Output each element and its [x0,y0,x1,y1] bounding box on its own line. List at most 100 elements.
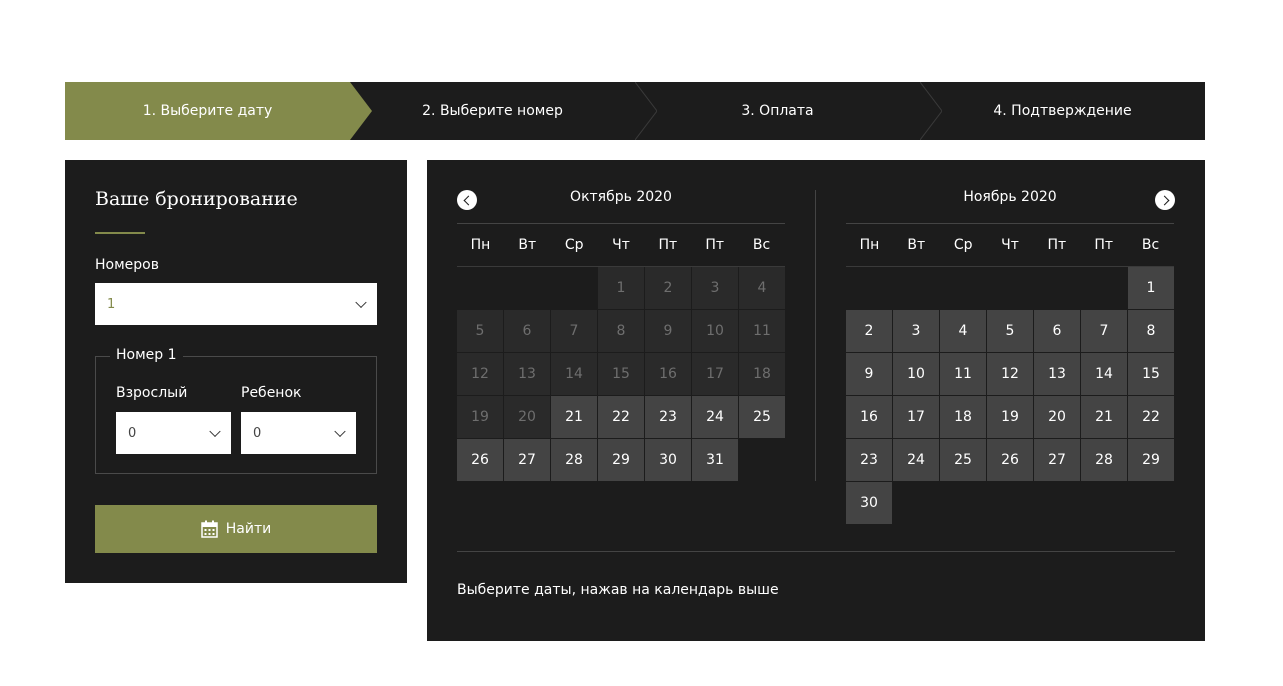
calendar-icon [201,520,218,538]
step-label: 1. Выберите дату [142,103,273,119]
empty-cell [551,267,597,309]
weekday-label: Чт [1001,237,1019,253]
calendar-day-disabled: 10 [692,310,738,352]
title-underline [95,232,145,234]
calendar-day[interactable]: 30 [645,439,691,481]
calendar-panel: Октябрь 2020 Пн Вт Ср Чт Пт Пт Вс 1 2 3 4 5 6 7 8 9 10 1… [427,160,1205,641]
calendar-day[interactable]: 20 [1034,396,1080,438]
calendar-day[interactable]: 27 [504,439,550,481]
step-separator [920,82,942,140]
calendar-day[interactable]: 23 [846,439,892,481]
weekday-label: Пт [1094,237,1114,253]
calendar-day[interactable]: 13 [1034,353,1080,395]
calendar-day-disabled: 7 [551,310,597,352]
calendar-day-disabled: 2 [645,267,691,309]
calendar-day[interactable]: 30 [846,482,892,524]
weekday-label: Вс [1141,237,1160,253]
rooms-value: 1 [107,296,116,312]
calendar-day[interactable]: 1 [1128,267,1174,309]
adults-label: Взрослый [116,385,188,401]
room-legend: Номер 1 [110,347,183,363]
calendar-day-disabled: 3 [692,267,738,309]
calendar-day[interactable]: 24 [692,396,738,438]
weekday-label: Пт [705,237,725,253]
calendar-day[interactable]: 9 [846,353,892,395]
calendar-day[interactable]: 26 [457,439,503,481]
calendar-day[interactable]: 8 [1128,310,1174,352]
weekday-label: Пт [658,237,678,253]
calendar-day[interactable]: 23 [645,396,691,438]
calendar-day[interactable]: 28 [551,439,597,481]
calendar-day[interactable]: 16 [846,396,892,438]
calendar-day[interactable]: 5 [987,310,1033,352]
calendar-day[interactable]: 11 [940,353,986,395]
empty-cell [940,267,986,309]
calendar-day[interactable]: 4 [940,310,986,352]
empty-cell [893,267,939,309]
calendar-day-disabled: 16 [645,353,691,395]
calendar-day-disabled: 13 [504,353,550,395]
calendar-hint: Выберите даты, нажав на календарь выше [457,582,779,598]
weekday-label: Пн [470,237,491,253]
step-label: 4. Подтверждение [993,103,1132,119]
calendar-day[interactable]: 14 [1081,353,1127,395]
calendar-day-disabled: 11 [739,310,785,352]
weekday-row: Пн Вт Ср Чт Пт Пт Вс [846,224,1174,267]
calendar-day[interactable]: 12 [987,353,1033,395]
calendar-day[interactable]: 26 [987,439,1033,481]
calendar-day[interactable]: 29 [1128,439,1174,481]
step-confirmation[interactable]: 4. Подтверждение [920,82,1205,140]
calendar-day[interactable]: 22 [598,396,644,438]
calendar-day[interactable]: 27 [1034,439,1080,481]
calendar-day-disabled: 1 [598,267,644,309]
weekday-row: Пн Вт Ср Чт Пт Пт Вс [457,224,785,267]
calendar-day[interactable]: 10 [893,353,939,395]
step-select-date[interactable]: 1. Выберите дату [65,82,372,140]
empty-cell [457,267,503,309]
weekday-label: Вт [518,237,537,253]
empty-cell [987,267,1033,309]
calendar-day[interactable]: 24 [893,439,939,481]
month-title: Октябрь 2020 [457,190,785,224]
calendar-day-disabled: 8 [598,310,644,352]
calendar-day[interactable]: 18 [940,396,986,438]
calendar-day[interactable]: 21 [551,396,597,438]
calendar-day[interactable]: 21 [1081,396,1127,438]
calendar-day-disabled: 17 [692,353,738,395]
chevron-down-icon [334,425,346,438]
rooms-select[interactable]: 1 [95,283,377,325]
chevron-down-icon [209,425,221,438]
adults-select[interactable]: 0 [116,412,231,454]
calendar-day[interactable]: 19 [987,396,1033,438]
calendar-day[interactable]: 25 [940,439,986,481]
calendar-day[interactable]: 17 [893,396,939,438]
room-fieldset: Номер 1 Взрослый 0 Ребенок 0 [95,347,377,474]
weekday-label: Ср [564,237,584,253]
calendar-day-disabled: 19 [457,396,503,438]
day-grid: 1 2 3 4 5 6 7 8 9 10 11 12 13 14 15 16 17 18 19 20 21 22 23 24 2… [846,267,1174,524]
calendar-day[interactable]: 22 [1128,396,1174,438]
calendar-day[interactable]: 28 [1081,439,1127,481]
calendar-day[interactable]: 7 [1081,310,1127,352]
booking-panel: Ваше бронирование Номеров 1 Номер 1 Взро… [65,160,407,583]
calendar-day[interactable]: 3 [893,310,939,352]
calendar-day[interactable]: 6 [1034,310,1080,352]
step-select-room[interactable]: 2. Выберите номер [350,82,657,140]
calendar-day[interactable]: 31 [692,439,738,481]
calendar-day[interactable]: 25 [739,396,785,438]
weekday-label: Чт [612,237,630,253]
month-title: Ноябрь 2020 [846,190,1174,224]
step-label: 3. Оплата [741,103,814,119]
calendar-day[interactable]: 29 [598,439,644,481]
calendar-day[interactable]: 15 [1128,353,1174,395]
weekday-label: Вс [752,237,771,253]
calendar-day-disabled: 20 [504,396,550,438]
children-select[interactable]: 0 [241,412,356,454]
step-payment[interactable]: 3. Оплата [635,82,942,140]
day-grid: 1 2 3 4 5 6 7 8 9 10 11 12 13 14 15 16 17 18 19 20 21 22 23 24 2… [457,267,785,481]
calendar-day-disabled: 18 [739,353,785,395]
chevron-down-icon [355,296,367,309]
rooms-label: Номеров [95,257,159,273]
find-button[interactable]: Найти [95,505,377,553]
calendar-day[interactable]: 2 [846,310,892,352]
